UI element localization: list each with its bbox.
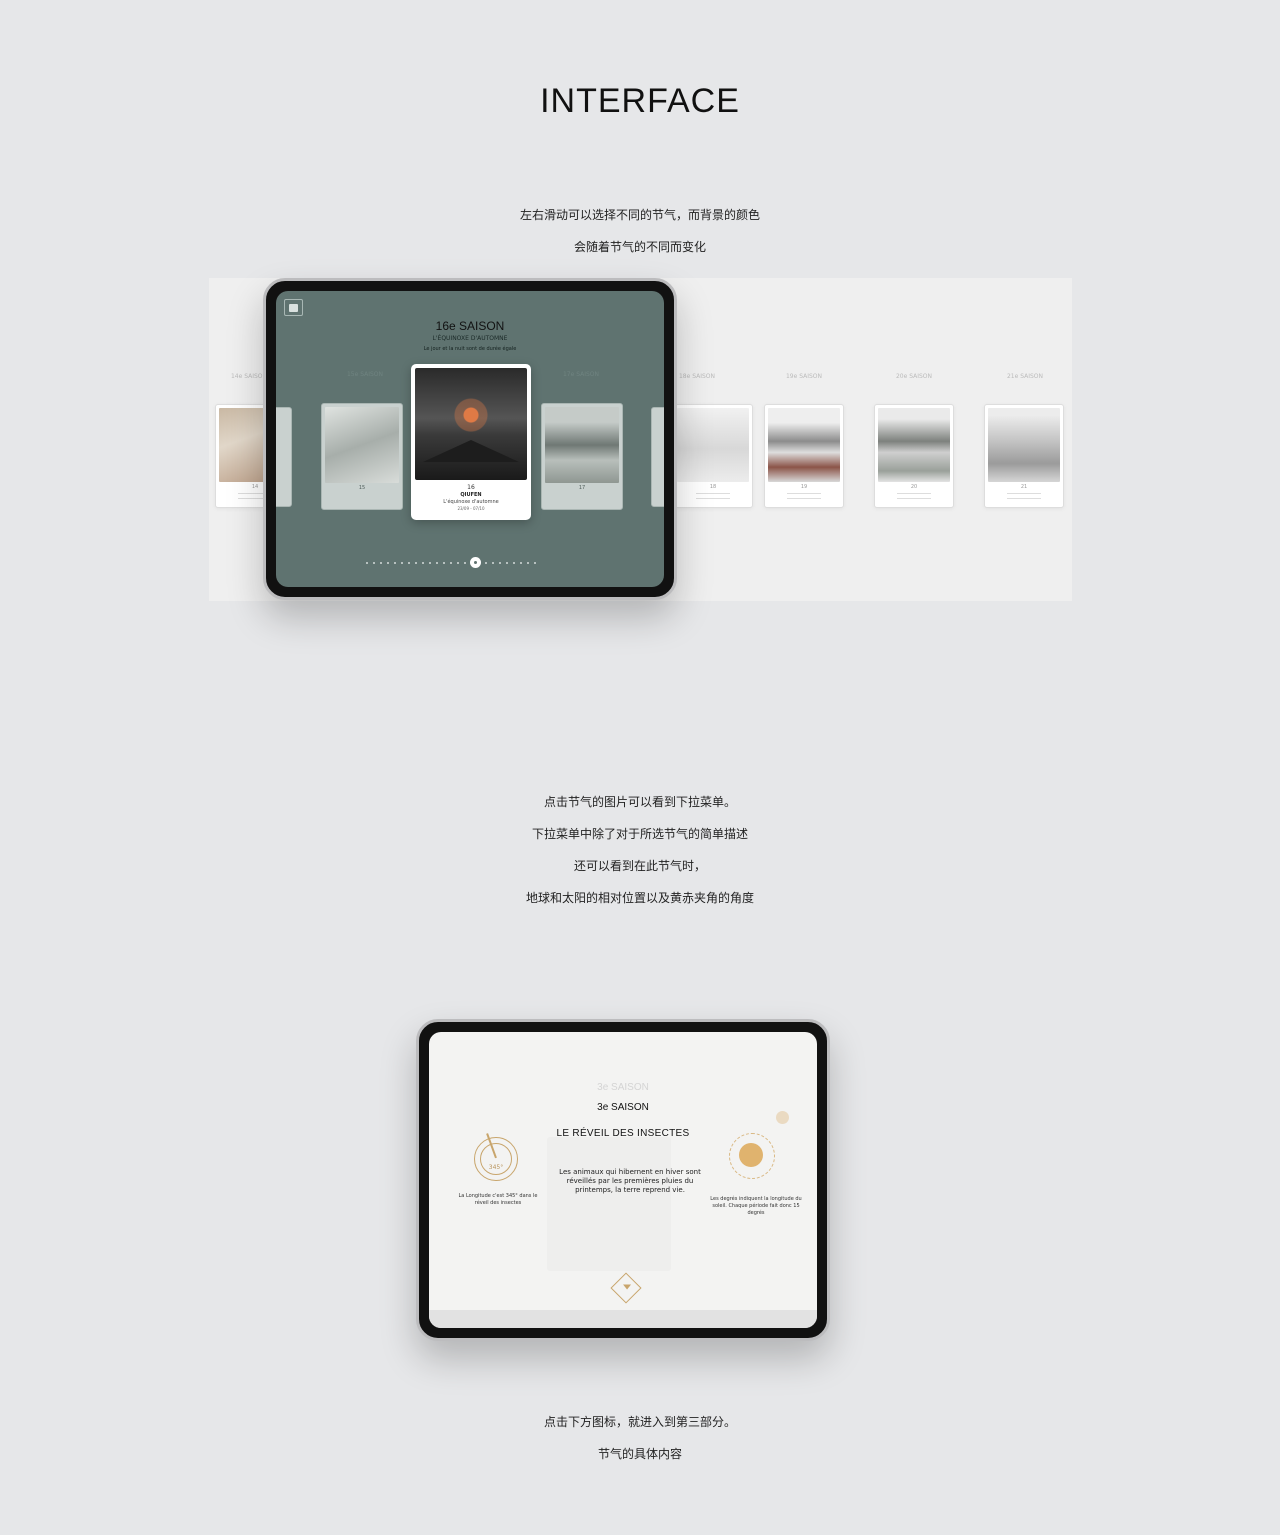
bg-season-card[interactable]: 19 — [764, 404, 844, 508]
pagination-dot[interactable] — [443, 561, 445, 564]
card-name: QIUFEN — [460, 492, 482, 498]
carousel-tablet: 16e SAISON L'ÉQUINOXE D'AUTOMNE Le jour … — [263, 278, 677, 600]
season-card-edge[interactable] — [651, 407, 664, 507]
card-number: 15 — [358, 485, 366, 491]
pagination-dot[interactable] — [506, 561, 508, 564]
bottom-bar — [429, 1310, 817, 1328]
detail-line: 下拉菜单中除了对于所选节气的简单描述 — [531, 827, 748, 841]
bg-card-label: 19e SAISON — [785, 373, 823, 380]
book-icon[interactable] — [284, 299, 303, 316]
pagination-dot[interactable] — [485, 561, 487, 564]
side-card-label: 15e SAISON — [346, 371, 384, 378]
card-number: 16 — [467, 484, 475, 491]
season-description: Le jour et la nuit sont de durée égale — [423, 346, 517, 352]
bg-season-card[interactable]: 20 — [874, 404, 954, 508]
pagination-dot-active[interactable] — [471, 558, 480, 567]
angle-value: 345° — [488, 1164, 504, 1171]
final-line: 点击下方图标，就进入到第三部分。 — [543, 1415, 736, 1429]
detail-caption: 点击节气的图片可以看到下拉菜单。 下拉菜单中除了对于所选节气的简单描述 还可以看… — [0, 786, 1280, 914]
detail-season-title: 3e SAISON — [597, 1102, 649, 1113]
season-card-next[interactable]: 17 — [541, 403, 623, 510]
season-card-selected[interactable]: 16 QIUFEN L'équinoxe d'automne 23/09 - 0… — [411, 364, 531, 520]
pagination-dot[interactable] — [527, 561, 529, 564]
bg-card-number: 19 — [800, 484, 808, 490]
detail-line: 地球和太阳的相对位置以及黄赤夹角的角度 — [525, 891, 754, 905]
bg-card-number: 20 — [910, 484, 918, 490]
season-card-previous[interactable]: 15 — [321, 403, 403, 510]
detail-description: Les animaux qui hibernent en hiver sont … — [559, 1168, 701, 1194]
pagination-dot[interactable] — [492, 561, 494, 564]
pagination-dot[interactable] — [429, 561, 431, 564]
pagination-dot[interactable] — [415, 561, 417, 564]
pagination-dot[interactable] — [401, 561, 403, 564]
longitude-text: La Longitude c'est 345° dans le réveil d… — [458, 1193, 538, 1206]
detail-tablet: 3e SAISON 3e SAISON LE RÉVEIL DES INSECT… — [416, 1019, 830, 1341]
pagination-dot[interactable] — [499, 561, 501, 564]
detail-line: 还可以看到在此节气时， — [573, 859, 706, 873]
card-number: 17 — [578, 485, 586, 491]
angle-compass-icon: 345° — [474, 1133, 518, 1181]
intro-line: 左右滑动可以选择不同的节气，而背景的颜色 — [519, 208, 760, 222]
bg-season-card[interactable]: 18 — [673, 404, 753, 508]
pagination-dot[interactable] — [450, 561, 452, 564]
sun-icon — [739, 1143, 763, 1167]
detail-screen[interactable]: 3e SAISON 3e SAISON LE RÉVEIL DES INSECT… — [429, 1032, 817, 1328]
sun-longitude-text: Les degrés indiquent la longitude du sol… — [710, 1196, 802, 1216]
ghost-season-title: 3e SAISON — [597, 1082, 649, 1093]
bg-season-card[interactable]: 21 — [984, 404, 1064, 508]
intro-line: 会随着节气的不同而变化 — [573, 240, 706, 254]
pagination-dot[interactable] — [457, 561, 459, 564]
pagination-dot[interactable] — [380, 561, 382, 564]
pagination-dots[interactable] — [366, 558, 536, 567]
season-subtitle: L'ÉQUINOXE D'AUTOMNE — [432, 335, 508, 342]
pagination-dot[interactable] — [436, 561, 438, 564]
bg-card-number: 18 — [709, 484, 717, 490]
season-title: 16e SAISON — [435, 319, 505, 333]
pagination-dot[interactable] — [464, 561, 466, 564]
bg-card-number: 21 — [1020, 484, 1028, 490]
planet-icon — [776, 1111, 789, 1124]
pagination-dot[interactable] — [513, 561, 515, 564]
bg-card-label: 21e SAISON — [1006, 373, 1044, 380]
pagination-dot[interactable] — [422, 561, 424, 564]
pagination-dot[interactable] — [373, 561, 375, 564]
expand-down-button[interactable] — [610, 1272, 642, 1304]
final-line: 节气的具体内容 — [597, 1447, 682, 1461]
pagination-dot[interactable] — [387, 561, 389, 564]
card-french-name: L'équinoxe d'automne — [443, 499, 499, 505]
card-date: 23/09 - 07/10 — [457, 506, 485, 511]
carousel-screen[interactable]: 16e SAISON L'ÉQUINOXE D'AUTOMNE Le jour … — [276, 291, 664, 587]
faded-card — [547, 1137, 671, 1271]
season-card-edge[interactable] — [276, 407, 292, 507]
detail-line: 点击节气的图片可以看到下拉菜单。 — [543, 795, 736, 809]
intro-caption: 左右滑动可以选择不同的节气，而背景的颜色 会随着节气的不同而变化 — [0, 199, 1280, 263]
final-caption: 点击下方图标，就进入到第三部分。 节气的具体内容 — [0, 1406, 1280, 1470]
bg-card-label: 20e SAISON — [895, 373, 933, 380]
side-card-label: 17e SAISON — [562, 371, 600, 378]
pagination-dot[interactable] — [534, 561, 536, 564]
pagination-dot[interactable] — [394, 561, 396, 564]
section-heading: INTERFACE — [540, 82, 740, 120]
pagination-dot[interactable] — [408, 561, 410, 564]
pagination-dot[interactable] — [520, 561, 522, 564]
season-illustration — [415, 368, 527, 480]
pagination-dot[interactable] — [366, 561, 368, 564]
